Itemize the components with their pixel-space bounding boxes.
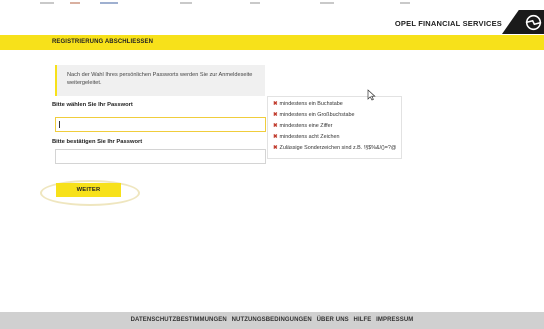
footer-link-about[interactable]: ÜBER UNS bbox=[317, 317, 349, 323]
footer-link-terms[interactable]: NUTZUNGSBEDINGUNGEN bbox=[232, 317, 312, 323]
info-box: Nach der Wahl Ihres persönlichen Passwor… bbox=[55, 65, 265, 96]
page-title-bar: REGISTRIERUNG ABSCHLIESSEN bbox=[0, 35, 544, 50]
top-decorative-strip bbox=[0, 0, 544, 6]
requirement-item: ✖ mindestens acht Zeichen bbox=[273, 134, 340, 140]
requirement-item: ✖ mindestens eine Ziffer bbox=[273, 123, 333, 129]
brand-logo[interactable] bbox=[502, 10, 544, 34]
page-title: REGISTRIERUNG ABSCHLIESSEN bbox=[52, 39, 154, 45]
opel-blitz-icon bbox=[525, 14, 542, 31]
password-label: Bitte wählen Sie Ihr Passwort bbox=[52, 102, 133, 108]
brand-name: OPEL FINANCIAL SERVICES bbox=[394, 19, 502, 28]
cross-icon: ✖ bbox=[273, 134, 278, 140]
mouse-pointer-icon bbox=[367, 89, 376, 101]
text-caret bbox=[59, 121, 60, 128]
password-requirements-panel: ✖ mindestens ein Buchstabe ✖ mindestens ei… bbox=[267, 96, 402, 159]
site-header: OPEL FINANCIAL SERVICES bbox=[0, 8, 544, 34]
footer: DATENSCHUTZBESTIMMUNGEN NUTZUNGSBEDINGUN… bbox=[0, 312, 544, 329]
requirement-item: ✖ Zulässige Sonderzeichen sind z.B. !§$%&… bbox=[273, 145, 397, 151]
confirm-password-label: Bitte bestätigen Sie Ihr Passwort bbox=[52, 139, 143, 145]
footer-link-imprint[interactable]: IMPRESSUM bbox=[376, 317, 413, 323]
password-input[interactable] bbox=[55, 117, 266, 132]
footer-links: DATENSCHUTZBESTIMMUNGEN NUTZUNGSBEDINGUN… bbox=[0, 317, 544, 323]
cross-icon: ✖ bbox=[273, 145, 278, 151]
cross-icon: ✖ bbox=[273, 101, 278, 107]
cross-icon: ✖ bbox=[273, 112, 278, 118]
info-text: Nach der Wahl Ihres persönlichen Passwor… bbox=[67, 72, 253, 87]
footer-link-privacy[interactable]: DATENSCHUTZBESTIMMUNGEN bbox=[131, 317, 227, 323]
requirement-item: ✖ mindestens ein Buchstabe bbox=[273, 101, 343, 107]
footer-link-help[interactable]: HILFE bbox=[354, 317, 372, 323]
confirm-password-input[interactable] bbox=[55, 149, 266, 164]
continue-button[interactable]: WEITER bbox=[56, 183, 121, 197]
cross-icon: ✖ bbox=[273, 123, 278, 129]
requirement-item: ✖ mindestens ein Großbuchstabe bbox=[273, 112, 355, 118]
